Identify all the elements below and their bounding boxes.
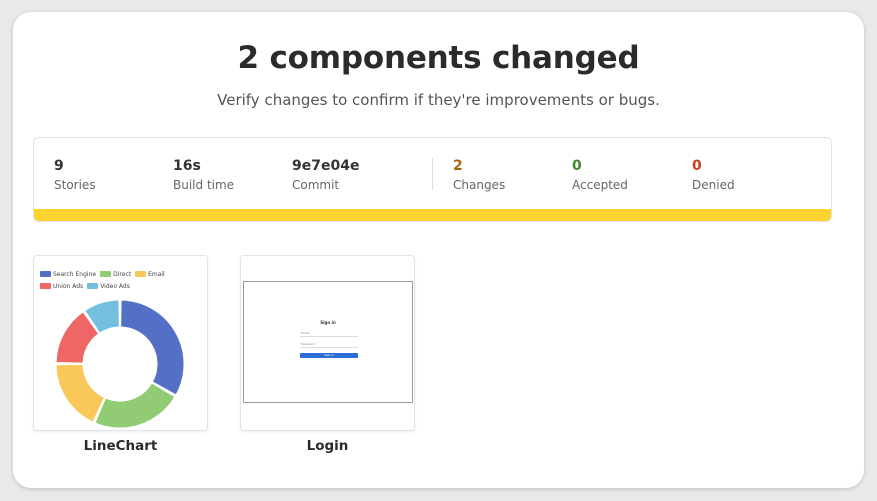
stat-label: Denied [692, 178, 735, 192]
stat-value: 9 [54, 158, 64, 174]
stat-label: Build time [173, 178, 235, 192]
component-thumbnail-login[interactable]: Sign in Email Password Sign in [240, 255, 415, 431]
stat-changes: 2 Changes [453, 158, 505, 192]
component-name-linechart[interactable]: LineChart [33, 438, 208, 454]
stat-denied: 0 Denied [692, 158, 735, 192]
stat-value: 16s [173, 158, 201, 174]
login-preview-button: Sign in [300, 353, 358, 358]
build-stats-panel: 9 Stories 16s Build time 9e7e04e Commit … [33, 137, 832, 222]
stat-value: 2 [453, 158, 463, 174]
component-name-login[interactable]: Login [240, 438, 415, 454]
stat-label: Changes [453, 178, 506, 192]
component-thumbnail-linechart[interactable]: Search Engine Direct EmailUnion Ads Video A… [33, 255, 208, 431]
stat-commit[interactable]: 9e7e04e Commit [292, 158, 359, 192]
review-progress-bar [34, 209, 831, 221]
stat-label: Stories [54, 178, 96, 192]
donut-chart [55, 299, 185, 429]
stat-stories: 9 Stories [54, 158, 96, 192]
stat-value: 0 [692, 158, 702, 174]
page-title: 2 components changed [237, 40, 640, 76]
donut-slice-email[interactable] [55, 363, 105, 423]
stat-build-time: 16s Build time [173, 158, 234, 192]
stat-label: Accepted [572, 178, 628, 192]
stat-accepted: 0 Accepted [572, 158, 628, 192]
stats-divider [432, 158, 433, 190]
login-preview-frame: Sign in Email Password Sign in [243, 281, 413, 403]
login-preview-password: Password [300, 340, 358, 348]
login-preview-title: Sign in [320, 320, 336, 325]
page-subtitle: Verify changes to confirm if they're imp… [217, 91, 660, 109]
stat-label: Commit [292, 178, 340, 192]
stat-value: 0 [572, 158, 582, 174]
donut-slice-search-engine[interactable] [120, 299, 185, 396]
login-preview-username: Email [300, 329, 358, 337]
build-summary-card: 2 components changed Verify changes to c… [13, 12, 864, 488]
donut-slice-direct[interactable] [94, 382, 176, 429]
stat-value[interactable]: 9e7e04e [292, 158, 359, 174]
